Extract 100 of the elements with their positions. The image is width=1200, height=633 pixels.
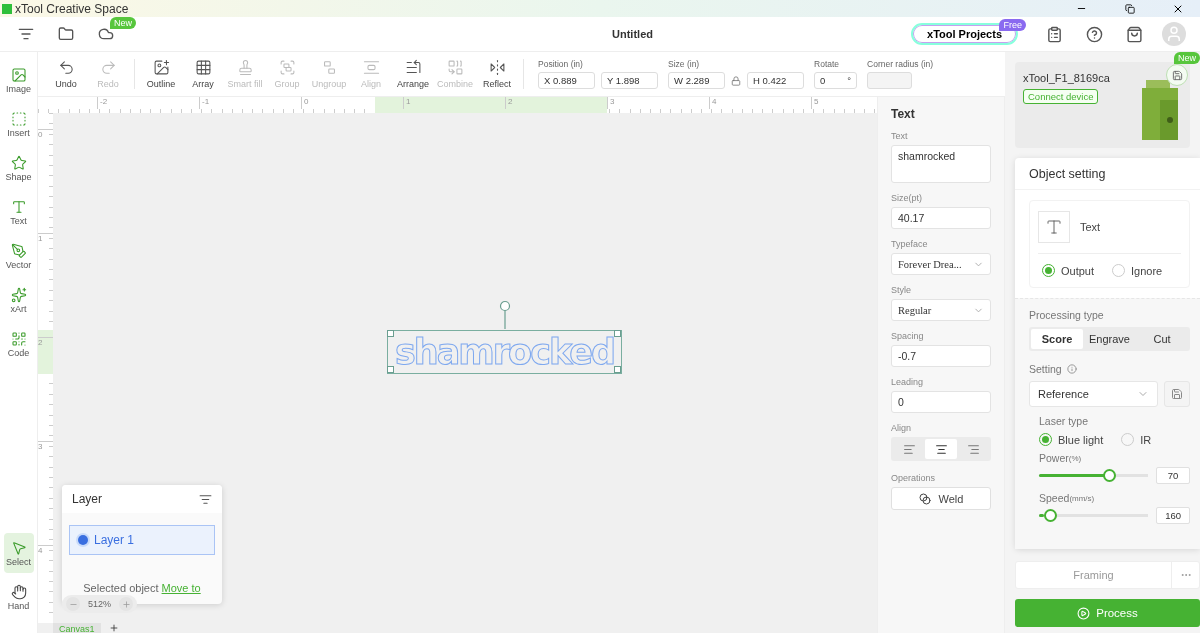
app-title: xTool Creative Space bbox=[15, 1, 129, 16]
height-field[interactable]: H 0.422 bbox=[747, 72, 805, 89]
input-field[interactable]: 40.17 bbox=[891, 207, 991, 229]
toolbar-button[interactable]: Outline bbox=[141, 54, 181, 94]
cloud-icon bbox=[98, 26, 114, 42]
processing-type-label: Processing type bbox=[1029, 309, 1105, 321]
device-name: xTool_F1_8169ca bbox=[1023, 72, 1110, 84]
processing-type-tab[interactable]: Score bbox=[1031, 329, 1083, 349]
rotate-field[interactable]: 0 ° bbox=[814, 72, 858, 89]
tool-icon bbox=[10, 154, 27, 171]
tool-icon bbox=[10, 286, 27, 303]
tool-icon bbox=[10, 110, 27, 127]
sidebar-tool[interactable]: Shape bbox=[3, 148, 34, 188]
corner-radius-field[interactable] bbox=[867, 72, 913, 89]
play-icon bbox=[1077, 606, 1091, 620]
input-field[interactable]: -0.7 bbox=[891, 345, 991, 367]
weld-button[interactable]: Weld bbox=[891, 487, 991, 510]
processing-type-tab[interactable]: Engrave bbox=[1083, 329, 1136, 349]
save-preset-button[interactable] bbox=[1164, 381, 1190, 407]
text-panel-title: Text bbox=[891, 107, 916, 121]
weld-icon bbox=[918, 492, 931, 505]
save-icon bbox=[1171, 69, 1183, 81]
sidebar-tool[interactable]: Code bbox=[3, 324, 34, 364]
document-title: Untitled bbox=[611, 28, 654, 40]
input-field[interactable]: shamrocked bbox=[891, 145, 991, 183]
toolbar-button[interactable]: Reflect bbox=[477, 54, 518, 94]
folder-icon bbox=[58, 26, 74, 42]
new-badge: New bbox=[1174, 52, 1200, 64]
laser-type-radio[interactable]: Blue light bbox=[1039, 433, 1104, 446]
text-align-icon bbox=[902, 442, 916, 456]
slider-label: Power(%) bbox=[1039, 452, 1083, 464]
zoom-level: 512% bbox=[88, 599, 112, 609]
tool-icon bbox=[10, 330, 27, 347]
laser-type-radio[interactable]: IR bbox=[1121, 433, 1152, 446]
save-icon bbox=[1171, 388, 1183, 400]
align-button[interactable] bbox=[925, 439, 957, 459]
output-radio[interactable]: Ignore bbox=[1112, 264, 1163, 277]
avatar-icon bbox=[1162, 22, 1186, 46]
field-label: Typeface bbox=[891, 239, 929, 249]
slider-thumb[interactable] bbox=[1103, 469, 1117, 482]
tool-icon bbox=[194, 59, 212, 76]
rotate-handle-icon[interactable] bbox=[497, 300, 512, 330]
sidebar-tool[interactable]: Vector bbox=[3, 236, 34, 276]
resize-handle[interactable] bbox=[614, 366, 621, 373]
save-button[interactable] bbox=[1166, 64, 1188, 86]
object-setting-title: Object setting bbox=[1015, 158, 1200, 190]
free-badge: Free bbox=[999, 19, 1026, 31]
layer-item[interactable]: Layer 1 bbox=[69, 525, 215, 555]
horizontal-ruler: -2 -1 0 1 2 3 4 5 bbox=[38, 97, 877, 113]
sidebar-tool[interactable]: Select bbox=[3, 533, 34, 573]
output-radio[interactable]: Output bbox=[1042, 264, 1095, 277]
field-label: Style bbox=[891, 285, 912, 295]
rotate-label: Rotate bbox=[814, 59, 841, 69]
field-label: Text bbox=[891, 131, 909, 141]
toolbar-button[interactable]: Array bbox=[183, 54, 223, 94]
tool-icon bbox=[488, 59, 506, 76]
tool-icon bbox=[404, 59, 422, 76]
setting-select[interactable]: Reference bbox=[1029, 381, 1158, 407]
sidebar-tool[interactable]: Hand bbox=[3, 577, 34, 617]
clipboard-icon bbox=[1045, 25, 1063, 43]
tool-icon bbox=[10, 242, 27, 259]
slider-value-field[interactable]: 70 bbox=[1156, 467, 1190, 484]
processing-type-tab[interactable]: Cut bbox=[1136, 329, 1188, 349]
setting-label: Setting bbox=[1029, 363, 1062, 375]
field-label: Spacing bbox=[891, 331, 925, 341]
laser-type-label: Laser type bbox=[1039, 415, 1090, 427]
slider-thumb[interactable] bbox=[1043, 509, 1057, 522]
info-icon bbox=[1066, 364, 1077, 374]
sidebar-tool[interactable]: Insert bbox=[3, 104, 34, 144]
operations-label: Operations bbox=[891, 473, 937, 483]
tool-icon bbox=[10, 583, 27, 600]
sidebar-tool[interactable]: xArt bbox=[3, 280, 34, 320]
shopping-bag-icon bbox=[1125, 25, 1143, 43]
width-field[interactable]: W 2.289 bbox=[668, 72, 726, 89]
toolbar-button[interactable]: Undo bbox=[46, 54, 86, 94]
menu-icon bbox=[18, 26, 34, 42]
toolbar-button[interactable]: Arrange bbox=[393, 54, 433, 94]
field-label: Leading bbox=[891, 377, 925, 387]
sidebar-tool[interactable]: Text bbox=[3, 192, 34, 232]
y-field[interactable]: Y 1.898 bbox=[601, 72, 659, 89]
add-canvas-icon[interactable] bbox=[108, 623, 119, 633]
resize-handle[interactable] bbox=[387, 366, 394, 373]
resize-handle[interactable] bbox=[387, 330, 394, 337]
resize-handle[interactable] bbox=[614, 330, 621, 337]
slider-value-field[interactable]: 160 bbox=[1156, 507, 1190, 524]
new-badge: New bbox=[110, 17, 136, 29]
tool-icon bbox=[10, 198, 27, 215]
input-field[interactable]: 0 bbox=[891, 391, 991, 413]
sidebar-tool[interactable]: Image bbox=[3, 60, 34, 100]
corner-radius-label: Corner radius (in) bbox=[867, 59, 934, 69]
slider-label: Speed(mm/s) bbox=[1039, 492, 1096, 504]
x-field[interactable]: X 0.889 bbox=[538, 72, 596, 89]
layer-menu-icon[interactable] bbox=[199, 492, 212, 506]
size-label: Size (in) bbox=[668, 59, 701, 69]
text-align-icon bbox=[966, 442, 980, 456]
select-field[interactable]: Regular bbox=[891, 299, 991, 321]
select-field[interactable]: Forever Drea... bbox=[891, 253, 991, 275]
zoom-in-button[interactable] bbox=[119, 597, 134, 611]
zoom-out-button[interactable] bbox=[66, 597, 80, 611]
text-align-icon bbox=[934, 442, 948, 456]
